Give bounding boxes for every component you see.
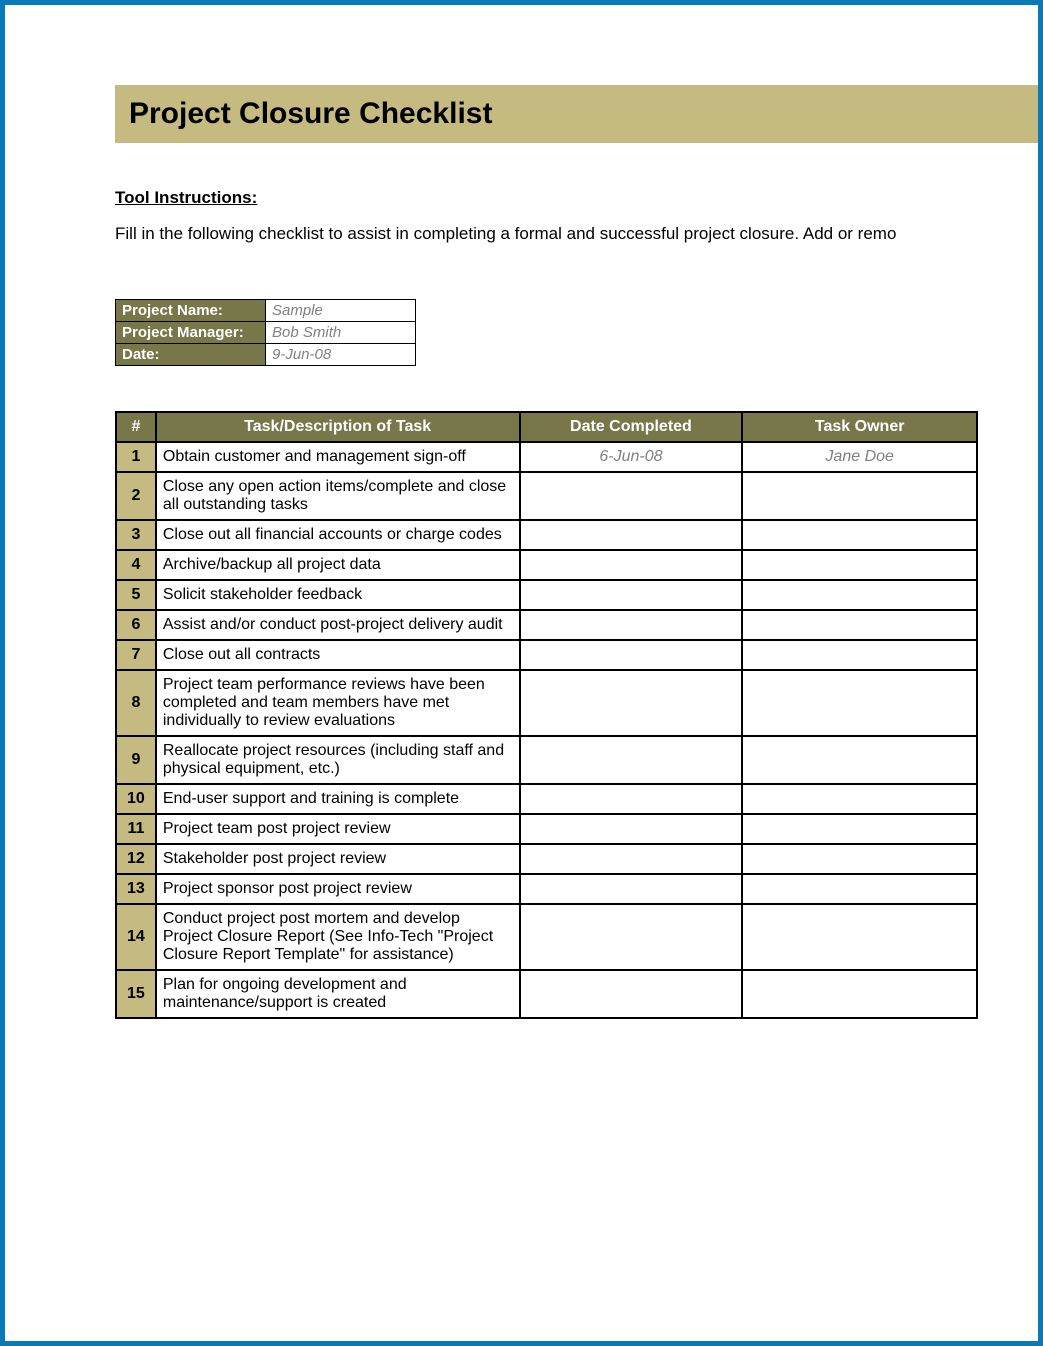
row-task: Close out all contracts <box>156 640 520 670</box>
row-num: 14 <box>116 904 156 970</box>
info-row-project-manager: Project Manager: Bob Smith <box>116 322 416 344</box>
row-date <box>520 874 743 904</box>
row-owner <box>742 520 977 550</box>
row-num: 4 <box>116 550 156 580</box>
row-date <box>520 904 743 970</box>
table-row: 14Conduct project post mortem and develo… <box>116 904 977 970</box>
row-date <box>520 670 743 736</box>
project-manager-label: Project Manager: <box>116 322 266 344</box>
row-date <box>520 844 743 874</box>
table-row: 6Assist and/or conduct post-project deli… <box>116 610 977 640</box>
table-row: 9Reallocate project resources (including… <box>116 736 977 784</box>
row-owner <box>742 610 977 640</box>
row-task: Stakeholder post project review <box>156 844 520 874</box>
row-num: 13 <box>116 874 156 904</box>
row-date <box>520 970 743 1018</box>
row-num: 15 <box>116 970 156 1018</box>
table-row: 1Obtain customer and management sign-off… <box>116 442 977 472</box>
row-num: 1 <box>116 442 156 472</box>
row-date <box>520 580 743 610</box>
row-num: 7 <box>116 640 156 670</box>
row-owner <box>742 874 977 904</box>
row-task: Assist and/or conduct post-project deliv… <box>156 610 520 640</box>
row-task: End-user support and training is complet… <box>156 784 520 814</box>
row-owner <box>742 814 977 844</box>
table-row: 10End-user support and training is compl… <box>116 784 977 814</box>
table-row: 2Close any open action items/complete an… <box>116 472 977 520</box>
row-owner <box>742 784 977 814</box>
table-row: 15Plan for ongoing development and maint… <box>116 970 977 1018</box>
row-date <box>520 472 743 520</box>
row-task: Project team post project review <box>156 814 520 844</box>
instructions-text: Fill in the following checklist to assis… <box>115 224 978 244</box>
row-num: 8 <box>116 670 156 736</box>
row-task: Project sponsor post project review <box>156 874 520 904</box>
row-date <box>520 784 743 814</box>
row-task: Conduct project post mortem and develop … <box>156 904 520 970</box>
row-date <box>520 550 743 580</box>
header-num: # <box>116 412 156 442</box>
info-row-project-name: Project Name: Sample <box>116 300 416 322</box>
table-row: 7Close out all contracts <box>116 640 977 670</box>
table-row: 3Close out all financial accounts or cha… <box>116 520 977 550</box>
row-date <box>520 736 743 784</box>
instructions-heading: Tool Instructions: <box>115 188 978 208</box>
project-name-label: Project Name: <box>116 300 266 322</box>
row-num: 12 <box>116 844 156 874</box>
row-owner <box>742 550 977 580</box>
date-label: Date: <box>116 344 266 366</box>
title-bar: Project Closure Checklist <box>115 85 1038 143</box>
row-task: Project team performance reviews have be… <box>156 670 520 736</box>
row-task: Obtain customer and management sign-off <box>156 442 520 472</box>
project-name-value: Sample <box>266 300 416 322</box>
header-date: Date Completed <box>520 412 743 442</box>
row-num: 5 <box>116 580 156 610</box>
table-row: 12Stakeholder post project review <box>116 844 977 874</box>
checklist-header-row: # Task/Description of Task Date Complete… <box>116 412 977 442</box>
row-task: Close any open action items/complete and… <box>156 472 520 520</box>
table-row: 13Project sponsor post project review <box>116 874 977 904</box>
row-owner <box>742 970 977 1018</box>
table-row: 5Solicit stakeholder feedback <box>116 580 977 610</box>
row-owner <box>742 904 977 970</box>
row-owner: Jane Doe <box>742 442 977 472</box>
row-date: 6-Jun-08 <box>520 442 743 472</box>
row-date <box>520 520 743 550</box>
row-owner <box>742 844 977 874</box>
row-num: 2 <box>116 472 156 520</box>
date-value: 9-Jun-08 <box>266 344 416 366</box>
row-num: 6 <box>116 610 156 640</box>
project-info-table: Project Name: Sample Project Manager: Bo… <box>115 299 416 366</box>
header-task: Task/Description of Task <box>156 412 520 442</box>
checklist-table: # Task/Description of Task Date Complete… <box>115 411 978 1019</box>
table-row: 4Archive/backup all project data <box>116 550 977 580</box>
row-date <box>520 610 743 640</box>
table-row: 11Project team post project review <box>116 814 977 844</box>
page-title: Project Closure Checklist <box>129 97 1024 131</box>
row-task: Plan for ongoing development and mainten… <box>156 970 520 1018</box>
row-task: Reallocate project resources (including … <box>156 736 520 784</box>
row-owner <box>742 640 977 670</box>
row-num: 10 <box>116 784 156 814</box>
header-owner: Task Owner <box>742 412 977 442</box>
info-row-date: Date: 9-Jun-08 <box>116 344 416 366</box>
row-num: 9 <box>116 736 156 784</box>
row-num: 11 <box>116 814 156 844</box>
row-task: Solicit stakeholder feedback <box>156 580 520 610</box>
table-row: 8Project team performance reviews have b… <box>116 670 977 736</box>
row-date <box>520 640 743 670</box>
row-num: 3 <box>116 520 156 550</box>
row-owner <box>742 580 977 610</box>
project-manager-value: Bob Smith <box>266 322 416 344</box>
row-owner <box>742 472 977 520</box>
row-task: Close out all financial accounts or char… <box>156 520 520 550</box>
row-owner <box>742 736 977 784</box>
row-task: Archive/backup all project data <box>156 550 520 580</box>
row-owner <box>742 670 977 736</box>
row-date <box>520 814 743 844</box>
